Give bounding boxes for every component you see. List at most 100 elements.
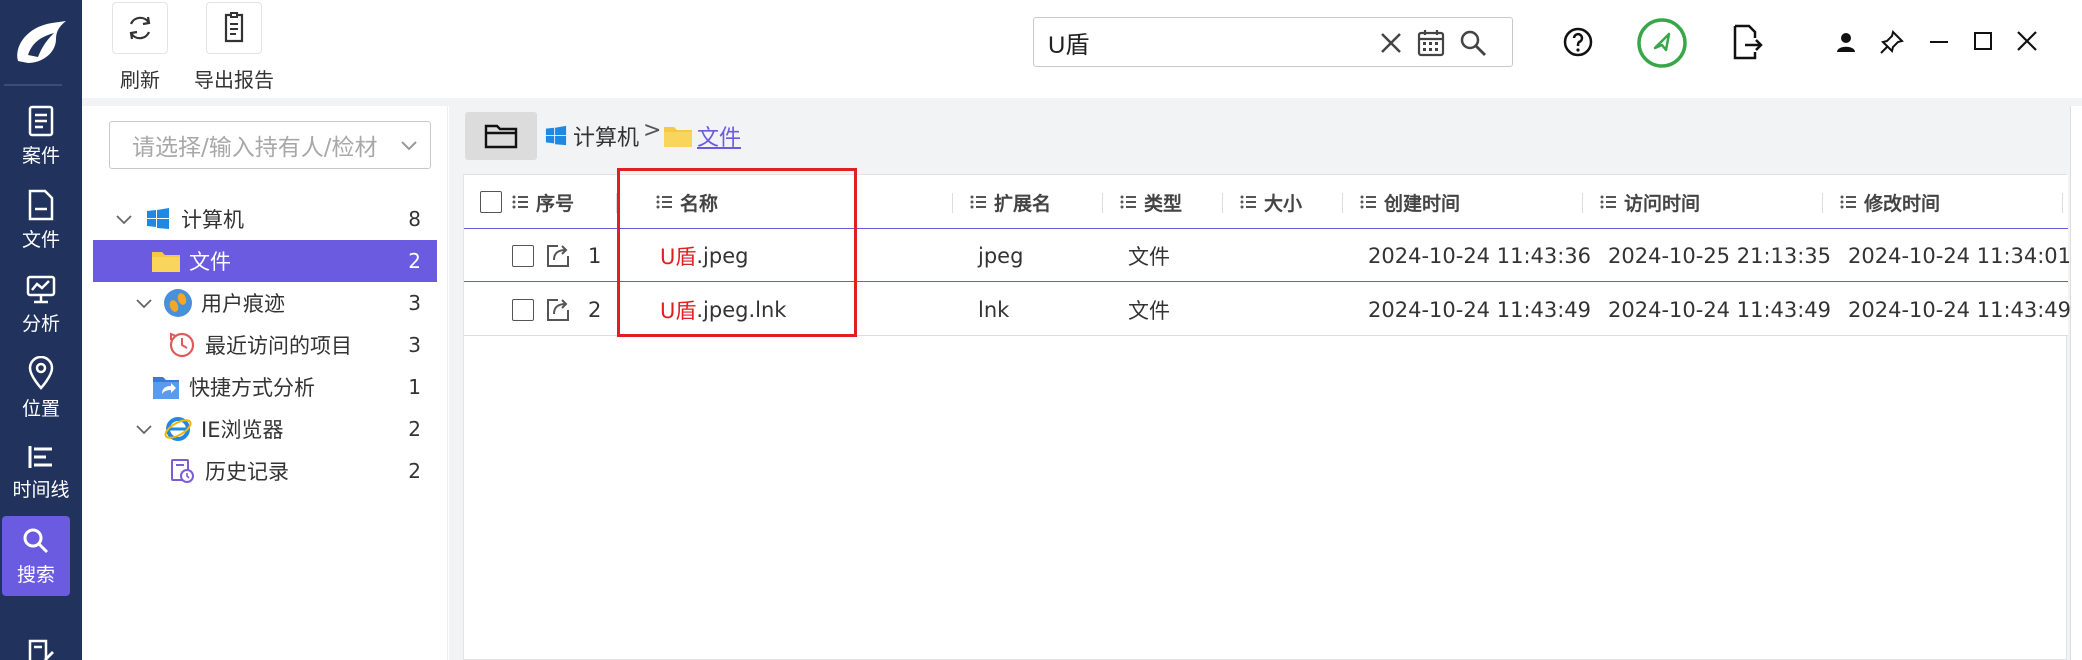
column-header-size[interactable]: 大小 xyxy=(1240,175,1302,229)
column-divider xyxy=(2062,193,2063,213)
nav-file[interactable]: 文件 xyxy=(0,180,82,260)
cell-created: 2024-10-24 11:43:49 xyxy=(1368,297,1592,322)
column-label: 访问时间 xyxy=(1624,192,1701,215)
user-icon xyxy=(1837,33,1855,52)
tree-item-count: 1 xyxy=(408,375,421,399)
list-icon xyxy=(1600,195,1616,209)
windows-icon xyxy=(143,204,173,234)
open-external-icon xyxy=(547,244,569,267)
task-status-button[interactable] xyxy=(1636,17,1688,69)
refresh-icon xyxy=(129,16,151,40)
tree-item-label: 用户痕迹 xyxy=(201,292,285,316)
open-file-button[interactable] xyxy=(544,283,572,336)
chevron-down-icon[interactable] xyxy=(133,292,155,314)
windows-icon xyxy=(545,125,567,147)
tree-item-recent-items[interactable]: 最近访问的项目 3 xyxy=(93,324,437,366)
select-all-checkbox[interactable] xyxy=(480,175,502,229)
minimize-button[interactable] xyxy=(1926,28,1952,54)
export-report-icon xyxy=(224,12,244,43)
column-label: 类型 xyxy=(1144,192,1183,215)
tree-item-user-traces[interactable]: 用户痕迹 3 xyxy=(93,282,437,324)
search-input[interactable] xyxy=(1048,26,1368,58)
user-button[interactable] xyxy=(1834,30,1858,54)
nav-location-label: 位置 xyxy=(21,397,60,420)
column-header-index[interactable]: 序号 xyxy=(512,175,574,229)
tree-item-label: 历史记录 xyxy=(205,460,289,484)
nav-case[interactable]: 案件 xyxy=(0,96,82,176)
open-folder-button[interactable] xyxy=(465,112,537,160)
maximize-icon xyxy=(1974,32,1992,50)
rocket-icon xyxy=(1637,18,1687,68)
tree-item-shortcut-analysis[interactable]: 快捷方式分析 1 xyxy=(93,366,437,408)
date-filter-button[interactable] xyxy=(1416,28,1446,58)
tree-item-label: 文件 xyxy=(189,250,231,274)
holder-select-placeholder: 请选择/输入持有人/检材 xyxy=(132,135,378,161)
list-icon xyxy=(1840,195,1856,209)
history-icon xyxy=(167,456,197,486)
tree-item-files[interactable]: 文件 2 xyxy=(93,240,437,282)
close-icon xyxy=(2017,31,2037,51)
nav-timeline[interactable]: 时间线 xyxy=(0,432,82,512)
holder-select[interactable]: 请选择/输入持有人/检材 xyxy=(109,121,431,169)
tree-item-label: IE浏览器 xyxy=(201,418,284,442)
open-file-button[interactable] xyxy=(544,229,572,282)
chevron-down-icon[interactable] xyxy=(133,418,155,440)
pin-icon xyxy=(1880,30,1904,54)
nav-analysis[interactable]: 分析 xyxy=(0,264,82,344)
cell-type: 文件 xyxy=(1128,298,1170,323)
left-nav: 案件 文件 分析 位置 时间线 搜索 xyxy=(0,0,82,660)
timeline-icon xyxy=(28,445,52,468)
search-submit-button[interactable] xyxy=(1458,28,1488,58)
tree-item-count: 8 xyxy=(408,207,421,231)
tree-item-label: 快捷方式分析 xyxy=(189,376,315,400)
tree-item-ie-browser[interactable]: IE浏览器 2 xyxy=(93,408,437,450)
pin-button[interactable] xyxy=(1878,28,1906,56)
column-label: 序号 xyxy=(536,192,575,215)
chevron-down-icon[interactable] xyxy=(113,208,135,230)
open-external-icon xyxy=(547,298,569,321)
tree-item-count: 3 xyxy=(408,291,421,315)
cell-index: 2 xyxy=(588,297,602,322)
column-divider xyxy=(1222,193,1223,213)
location-pin-icon xyxy=(28,355,54,390)
column-header-created[interactable]: 创建时间 xyxy=(1360,175,1460,229)
window-close-button[interactable] xyxy=(2014,28,2040,54)
calendar-icon xyxy=(1417,30,1445,57)
nav-report[interactable] xyxy=(0,612,82,660)
maximize-button[interactable] xyxy=(1970,28,1996,54)
tree-item-history[interactable]: 历史记录 2 xyxy=(93,450,437,492)
user-traces-icon xyxy=(163,288,193,318)
help-button[interactable] xyxy=(1562,26,1594,58)
breadcrumb-item-files[interactable]: 文件 xyxy=(663,116,741,156)
column-header-extension[interactable]: 扩展名 xyxy=(970,175,1051,229)
nav-case-label: 案件 xyxy=(21,144,60,167)
nav-search[interactable]: 搜索 xyxy=(2,516,70,596)
row-checkbox[interactable] xyxy=(512,244,534,267)
clear-button[interactable] xyxy=(1376,28,1406,58)
refresh-label: 刷新 xyxy=(120,68,160,92)
breadcrumb-item-computer[interactable]: 计算机 xyxy=(545,116,639,156)
column-header-type[interactable]: 类型 xyxy=(1120,175,1182,229)
export-file-button[interactable] xyxy=(1730,24,1766,60)
list-icon xyxy=(1240,195,1256,209)
checkbox[interactable] xyxy=(480,191,502,213)
shortcut-icon xyxy=(151,372,181,402)
tree-item-label: 最近访问的项目 xyxy=(205,334,352,358)
column-label: 大小 xyxy=(1264,192,1303,215)
cell-index: 1 xyxy=(588,243,602,268)
column-divider xyxy=(1342,193,1343,213)
nav-analysis-label: 分析 xyxy=(21,312,60,335)
cell-modified: 2024-10-24 11:43:49 xyxy=(1848,297,2072,322)
tree-item-count: 3 xyxy=(408,333,421,357)
tree-item-computer[interactable]: 计算机 8 xyxy=(93,198,437,240)
refresh-button[interactable]: 刷新 xyxy=(112,2,168,93)
search-icon xyxy=(1460,30,1486,56)
column-header-accessed[interactable]: 访问时间 xyxy=(1600,175,1700,229)
nav-location[interactable]: 位置 xyxy=(0,348,82,428)
cell-modified: 2024-10-24 11:34:01 xyxy=(1848,243,2072,268)
column-header-modified[interactable]: 修改时间 xyxy=(1840,175,1940,229)
case-icon xyxy=(28,105,54,136)
tree-item-count: 2 xyxy=(408,417,421,441)
row-checkbox[interactable] xyxy=(512,298,534,321)
export-report-button[interactable]: 导出报告 xyxy=(194,2,274,93)
